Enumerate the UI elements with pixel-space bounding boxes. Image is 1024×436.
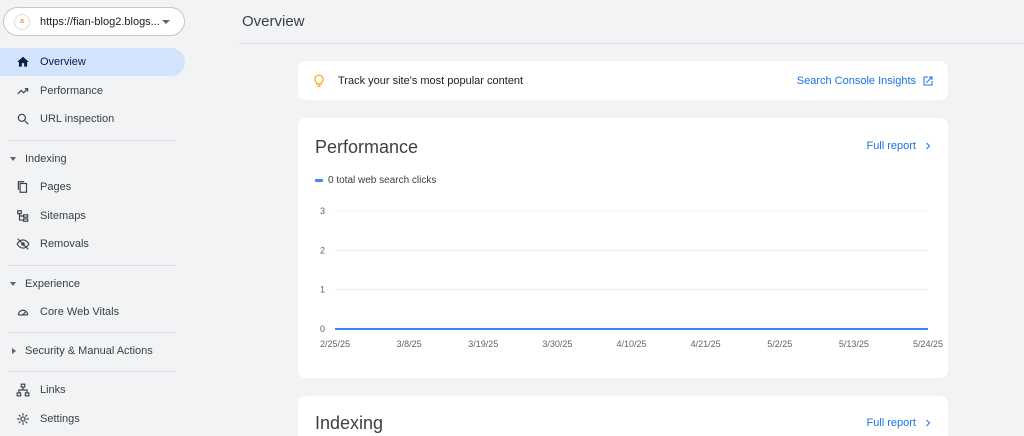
y-tick-label: 0 xyxy=(320,324,325,334)
chart-legend: 0 total web search clicks xyxy=(315,175,436,186)
x-tick-label: 5/2/25 xyxy=(767,339,792,349)
y-tick-label: 2 xyxy=(320,245,325,255)
sidebar-item-overview[interactable]: Overview xyxy=(0,48,185,76)
y-tick-label: 1 xyxy=(320,285,325,295)
insights-card: Track your site's most popular content S… xyxy=(298,61,948,100)
sidebar-item-pages[interactable]: Pages xyxy=(0,173,185,201)
section-label: Indexing xyxy=(25,153,67,165)
page-title: Overview xyxy=(242,13,305,30)
link-label: Full report xyxy=(866,140,916,152)
sidebar-item-label: Removals xyxy=(40,238,89,250)
x-tick-label: 4/10/25 xyxy=(616,339,646,349)
chevron-right-icon xyxy=(926,419,931,427)
sidebar-item-settings[interactable]: Settings xyxy=(0,405,185,433)
performance-full-report-link[interactable]: Full report xyxy=(866,140,934,152)
divider xyxy=(8,332,176,333)
sidebar: a https://fian-blog2.blogs... Overview P… xyxy=(0,0,192,436)
performance-chart: 0 1 2 3 2/25/25 3/8/25 3/19/25 3/30/25 4/10/25 4/… xyxy=(320,206,943,349)
x-tick-label: 5/24/25 xyxy=(913,339,943,349)
speed-icon xyxy=(16,305,30,319)
section-label: Security & Manual Actions xyxy=(25,345,153,357)
x-tick-label: 5/13/25 xyxy=(839,339,869,349)
visibility-off-icon xyxy=(16,237,30,251)
x-tick-label: 3/19/25 xyxy=(468,339,498,349)
section-security[interactable]: Security & Manual Actions xyxy=(0,337,185,365)
property-selector[interactable]: a https://fian-blog2.blogs... xyxy=(3,7,185,36)
legend-swatch xyxy=(315,179,323,182)
sidebar-item-label: URL inspection xyxy=(40,113,115,125)
section-label: Experience xyxy=(25,278,81,290)
sidebar-item-performance[interactable]: Performance xyxy=(0,77,185,105)
indexing-card: Indexing Full report xyxy=(298,396,948,436)
performance-card: Performance Full report 0 total web sear… xyxy=(298,118,948,378)
divider xyxy=(8,371,176,372)
sidebar-item-core-web-vitals[interactable]: Core Web Vitals xyxy=(0,298,185,326)
open-in-new-icon xyxy=(923,76,933,85)
sidebar-item-label: Core Web Vitals xyxy=(40,306,120,318)
home-icon xyxy=(16,55,30,69)
caret-down-icon xyxy=(10,157,16,161)
sidebar-item-removals[interactable]: Removals xyxy=(0,230,185,258)
sidebar-item-label: Performance xyxy=(40,85,103,97)
divider xyxy=(239,43,1024,44)
sidebar-item-label: Overview xyxy=(40,56,86,68)
trending-up-icon xyxy=(16,84,30,98)
insights-text: Track your site's most popular content xyxy=(338,74,524,87)
links-icon xyxy=(16,383,30,397)
search-icon xyxy=(16,112,30,126)
indexing-title: Indexing xyxy=(315,413,384,433)
divider xyxy=(8,140,176,141)
caret-down-icon xyxy=(10,282,16,286)
sitemap-icon xyxy=(16,209,30,223)
chevron-right-icon xyxy=(926,142,931,150)
divider xyxy=(8,265,176,266)
gear-icon xyxy=(16,412,30,426)
sidebar-item-links[interactable]: Links xyxy=(0,376,185,404)
sidebar-item-label: Sitemaps xyxy=(40,210,86,222)
section-experience[interactable]: Experience xyxy=(0,270,185,298)
link-label: Full report xyxy=(866,417,916,429)
x-tick-label: 4/21/25 xyxy=(691,339,721,349)
sidebar-item-sitemaps[interactable]: Sitemaps xyxy=(0,202,185,230)
legend-label: 0 total web search clicks xyxy=(328,175,437,186)
site-favicon-icon: a xyxy=(14,13,30,30)
x-tick-label: 2/25/25 xyxy=(320,339,350,349)
performance-title: Performance xyxy=(315,137,419,157)
x-tick-label: 3/30/25 xyxy=(542,339,572,349)
sidebar-item-label: Pages xyxy=(40,181,72,193)
caret-right-icon xyxy=(12,348,16,354)
search-console-insights-link[interactable]: Search Console Insights xyxy=(797,75,934,87)
section-indexing[interactable]: Indexing xyxy=(0,145,185,173)
property-url: https://fian-blog2.blogs... xyxy=(40,15,160,28)
y-tick-label: 3 xyxy=(320,206,325,216)
chevron-down-icon xyxy=(162,19,170,24)
sidebar-item-label: Settings xyxy=(40,413,80,425)
link-label: Search Console Insights xyxy=(796,74,916,87)
lightbulb-icon xyxy=(314,74,324,87)
x-tick-label: 3/8/25 xyxy=(397,339,422,349)
sidebar-item-url-inspection[interactable]: URL inspection xyxy=(0,105,185,133)
indexing-full-report-link[interactable]: Full report xyxy=(866,417,934,429)
pages-icon xyxy=(16,180,30,194)
sidebar-item-label: Links xyxy=(40,384,66,396)
